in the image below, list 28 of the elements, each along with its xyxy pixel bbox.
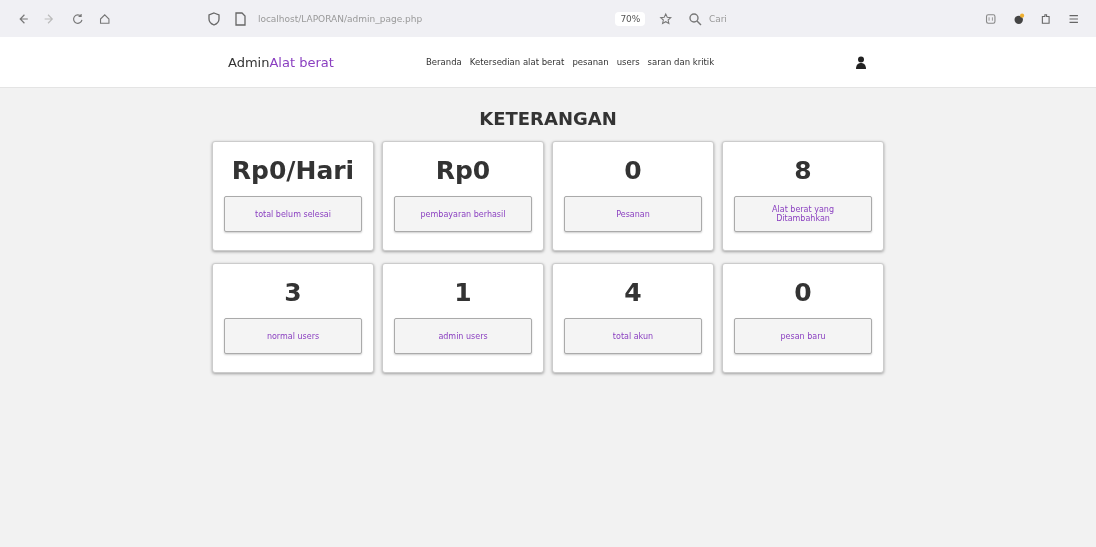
stat-button[interactable]: Pesanan	[564, 196, 702, 232]
stat-button[interactable]: pembayaran berhasil	[394, 196, 532, 232]
stat-button[interactable]: normal users	[224, 318, 362, 354]
stat-button[interactable]: admin users	[394, 318, 532, 354]
stat-value: 4	[624, 278, 642, 307]
page-heading: KETERANGAN	[479, 108, 617, 129]
user-icon[interactable]	[856, 55, 866, 69]
nav-link[interactable]: Ketersedian alat berat	[469, 57, 565, 67]
stat-value: 0	[624, 156, 642, 185]
stat-button[interactable]: total belum selesai	[224, 196, 362, 232]
nav-link[interactable]: saran dan kritik	[647, 57, 715, 67]
stat-value: Rp0/Hari	[231, 156, 355, 185]
bookmark-star-icon[interactable]	[659, 10, 673, 27]
stat-button[interactable]: Alat berat yang Ditambahkan	[734, 196, 872, 232]
stat-value: 3	[284, 278, 302, 307]
stat-value: Rp0	[435, 156, 491, 185]
brand-logo[interactable]: AdminAlat berat	[228, 54, 426, 70]
stat-value: 8	[794, 156, 812, 185]
search-icon[interactable]	[686, 10, 703, 27]
nav-link[interactable]: pesanan	[572, 57, 609, 67]
nav-link[interactable]: users	[616, 57, 640, 67]
stat-button[interactable]: total akun	[564, 318, 702, 354]
stat-value: 1	[454, 278, 472, 307]
stat-value: 0	[794, 278, 812, 307]
shield-icon[interactable]	[205, 10, 222, 27]
zoom-button[interactable]: 70%	[615, 11, 646, 26]
nav-link[interactable]: Beranda	[426, 57, 462, 67]
stat-button[interactable]: pesan baru	[734, 318, 872, 354]
